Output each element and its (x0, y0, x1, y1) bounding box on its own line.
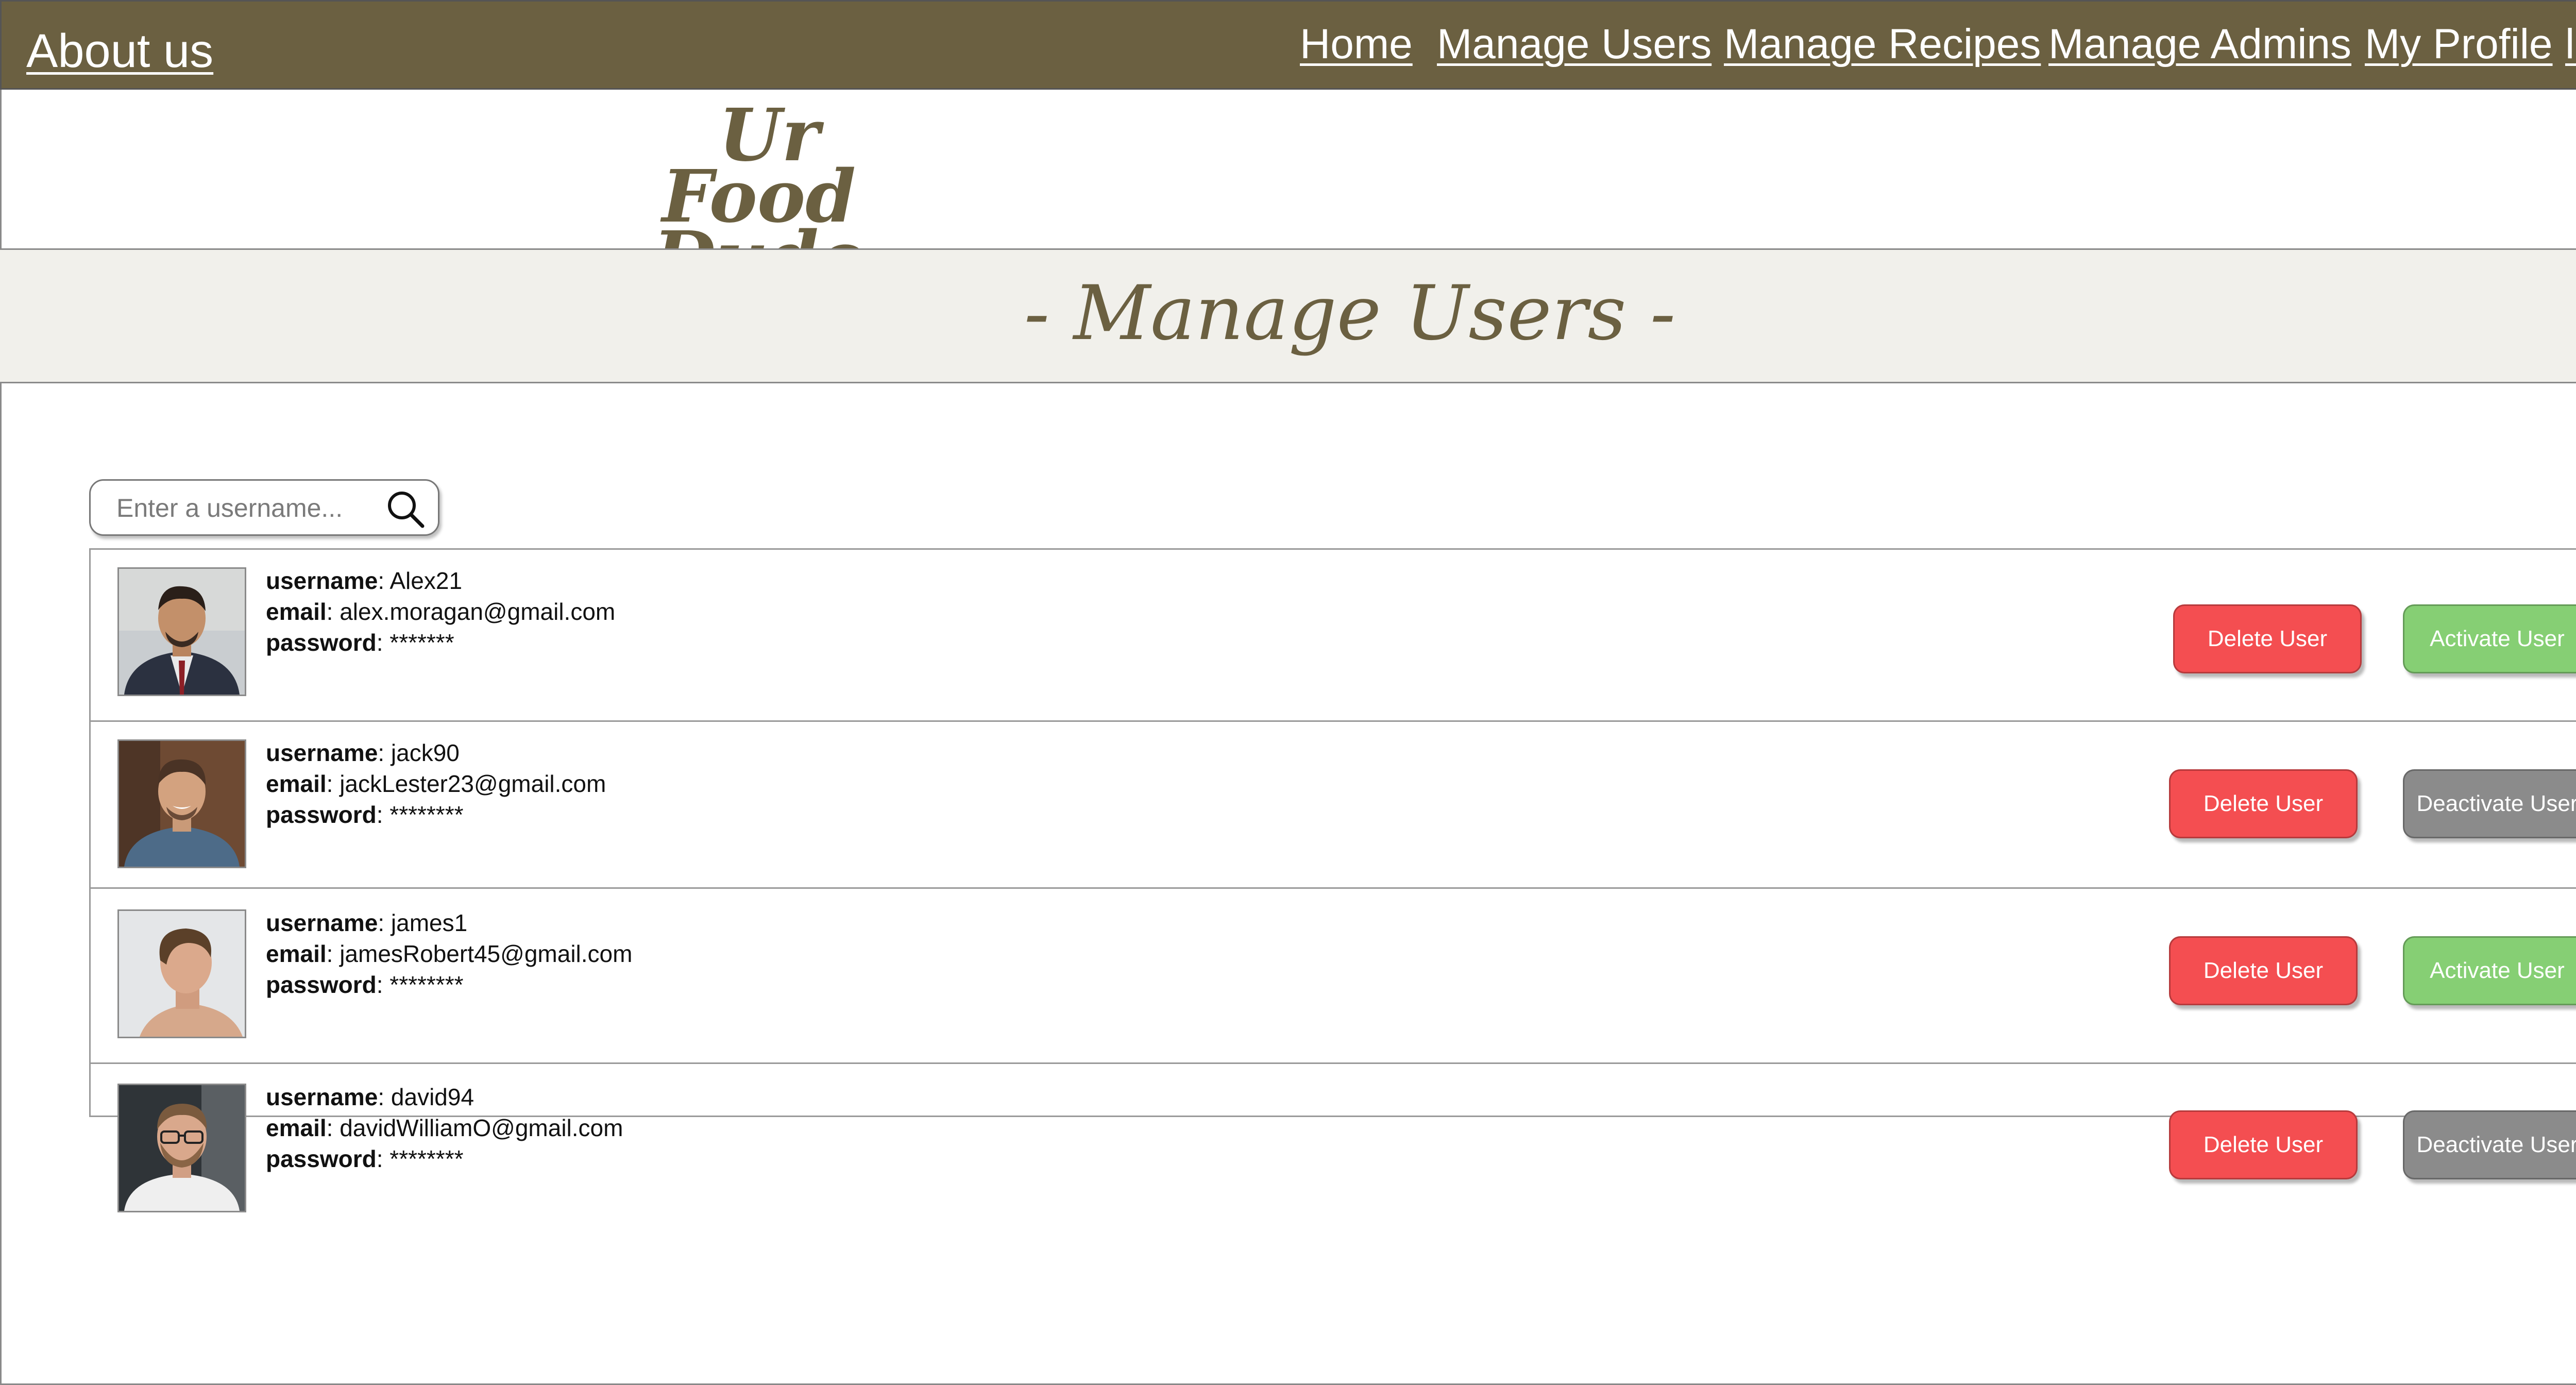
email-value: jackLester23@gmail.com (340, 770, 606, 797)
email-line: email: alex.moragan@gmail.com (266, 598, 616, 625)
username-value: jack90 (391, 739, 460, 766)
password-line: password: ******** (266, 1145, 464, 1172)
email-label: email (266, 770, 327, 797)
password-line: password: ******** (266, 801, 464, 828)
nav-manage-recipes-link[interactable]: Manage Recipes (1724, 23, 2041, 65)
password-value: ******** (389, 971, 464, 998)
username-label: username (266, 567, 378, 594)
password-line: password: ******** (266, 971, 464, 998)
user-info: username: Alex21 email: alex.moragan@gma… (266, 565, 615, 658)
activate-user-button[interactable]: Activate User (2403, 604, 2576, 673)
page-title: - Manage Users - (1024, 269, 1676, 357)
username-value: Alex21 (389, 567, 463, 594)
user-list: username: Alex21 email: alex.moragan@gma… (89, 548, 2576, 1212)
nav-logout-link[interactable]: log out (2565, 23, 2576, 65)
user-row: username: david94 email: davidWilliamO@g… (91, 1064, 2576, 1246)
nav-my-profile-link[interactable]: My Profile (2365, 23, 2553, 65)
delete-user-button[interactable]: Delete User (2169, 936, 2358, 1005)
username-label: username (266, 739, 378, 766)
avatar (117, 909, 246, 1038)
top-nav-bar: About us Home Manage Users Manage Recipe… (0, 0, 2576, 90)
password-value: ******** (389, 1145, 464, 1172)
main-content: username: Alex21 email: alex.moragan@gma… (0, 383, 2576, 1385)
password-label: password (266, 629, 377, 656)
username-line: username: james1 (266, 909, 468, 936)
title-band: - Manage Users - (0, 248, 2576, 383)
username-line: username: jack90 (266, 739, 460, 766)
nav-home-link[interactable]: Home (1300, 23, 1413, 65)
email-value: davidWilliamO@gmail.com (340, 1114, 623, 1141)
logo-band: Ur Food Dude (0, 90, 2576, 294)
deactivate-user-button[interactable]: Deactivate User (2403, 1110, 2576, 1179)
avatar (117, 739, 246, 868)
email-label: email (266, 1114, 327, 1141)
user-photo-icon (119, 911, 245, 1037)
user-photo-icon (119, 569, 245, 695)
user-photo-icon (119, 741, 245, 867)
user-row: username: jack90 email: jackLester23@gma… (91, 722, 2576, 889)
nav-manage-users-link[interactable]: Manage Users (1437, 23, 1711, 65)
email-line: email: davidWilliamO@gmail.com (266, 1114, 623, 1141)
delete-user-button[interactable]: Delete User (2169, 769, 2358, 838)
search-input[interactable] (116, 490, 353, 526)
user-info: username: david94 email: davidWilliamO@g… (266, 1082, 623, 1174)
password-label: password (266, 1145, 377, 1172)
username-label: username (266, 1084, 378, 1110)
user-info: username: james1 email: jamesRobert45@gm… (266, 907, 632, 1000)
email-value: jamesRobert45@gmail.com (340, 940, 633, 967)
username-label: username (266, 909, 378, 936)
username-value: david94 (391, 1084, 474, 1110)
avatar (117, 567, 246, 696)
username-line: username: Alex21 (266, 567, 463, 594)
password-value: ******** (389, 801, 464, 828)
email-label: email (266, 940, 327, 967)
email-line: email: jackLester23@gmail.com (266, 770, 606, 797)
password-value: ******* (389, 629, 454, 656)
email-value: alex.moragan@gmail.com (340, 598, 616, 625)
password-line: password: ******* (266, 629, 454, 656)
deactivate-user-button[interactable]: Deactivate User (2403, 769, 2576, 838)
activate-user-button[interactable]: Activate User (2403, 936, 2576, 1005)
nav-manage-admins-link[interactable]: Manage Admins (2048, 23, 2351, 65)
username-line: username: david94 (266, 1084, 474, 1110)
delete-user-button[interactable]: Delete User (2169, 1110, 2358, 1179)
password-label: password (266, 971, 377, 998)
email-line: email: jamesRobert45@gmail.com (266, 940, 633, 967)
user-row: username: james1 email: jamesRobert45@gm… (91, 889, 2576, 1064)
username-value: james1 (391, 909, 468, 936)
avatar (117, 1084, 246, 1212)
user-row: username: Alex21 email: alex.moragan@gma… (91, 550, 2576, 722)
password-label: password (266, 801, 377, 828)
user-photo-icon (119, 1085, 245, 1211)
delete-user-button[interactable]: Delete User (2173, 604, 2362, 673)
search-box (89, 479, 439, 536)
user-info: username: jack90 email: jackLester23@gma… (266, 737, 606, 830)
search-icon[interactable] (384, 488, 428, 531)
about-us-link[interactable]: About us (26, 27, 213, 75)
email-label: email (266, 598, 327, 625)
